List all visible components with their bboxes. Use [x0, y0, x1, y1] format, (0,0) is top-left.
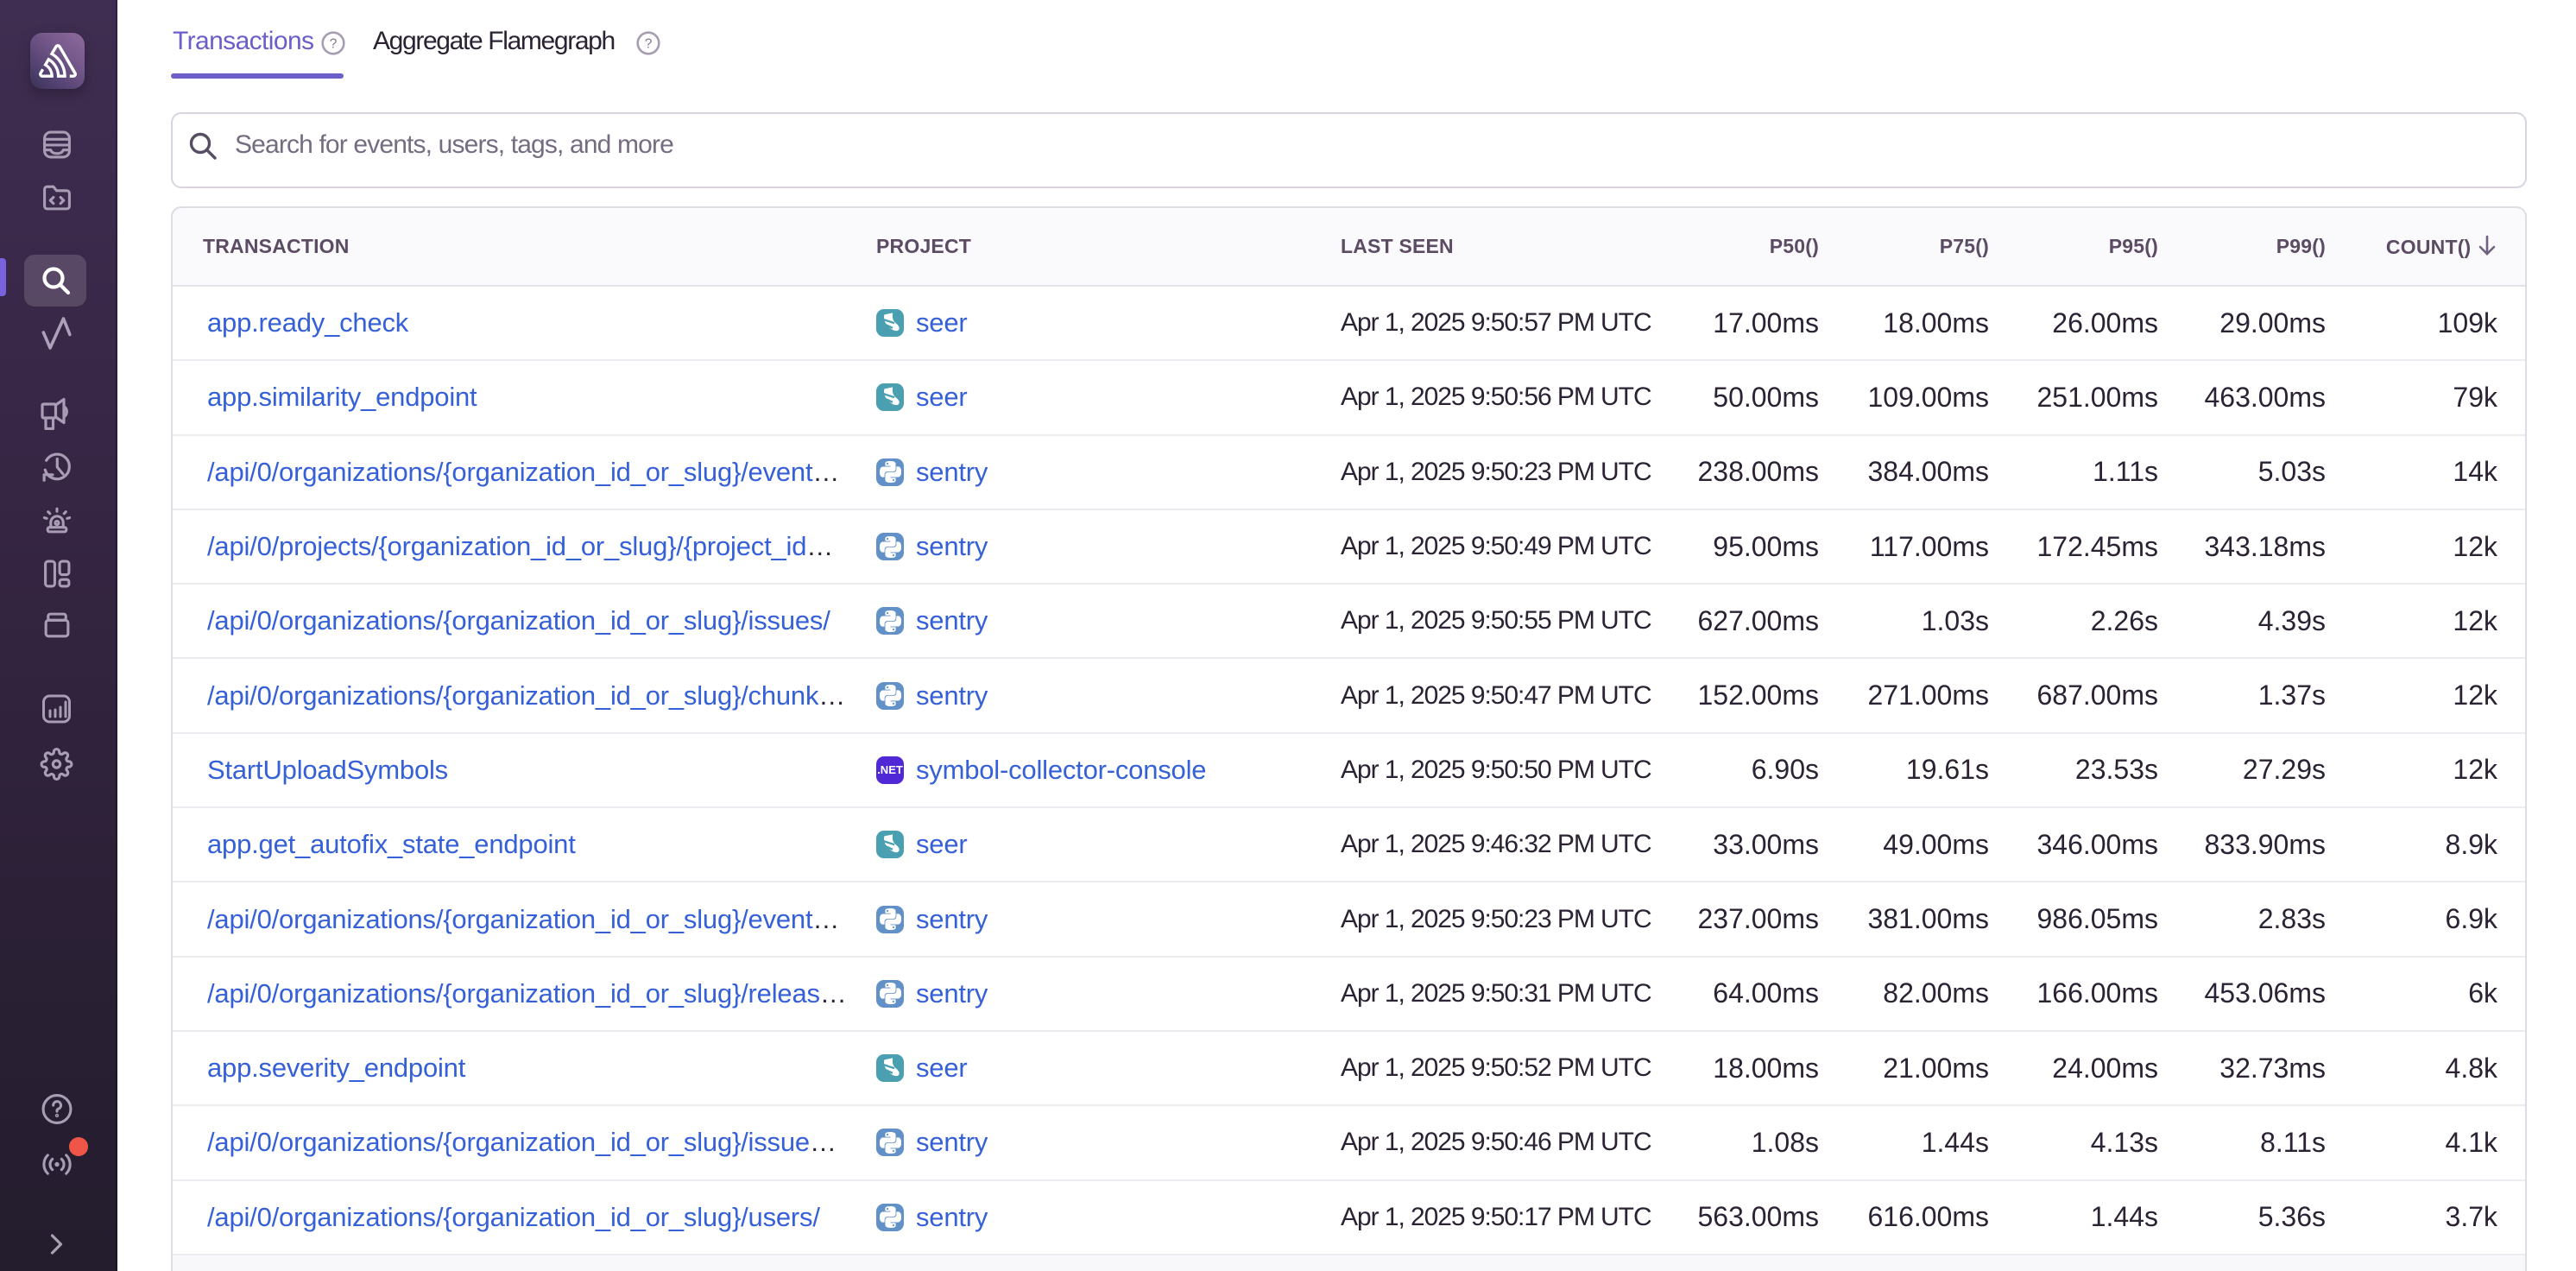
- svg-text:?: ?: [645, 37, 653, 52]
- svg-text:?: ?: [330, 37, 338, 52]
